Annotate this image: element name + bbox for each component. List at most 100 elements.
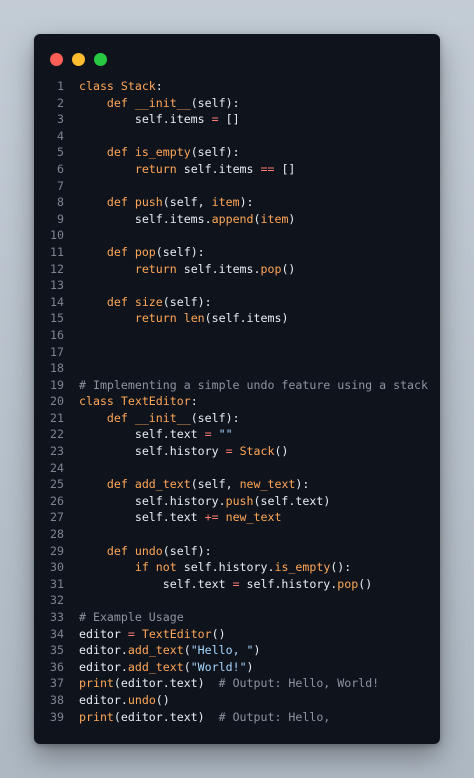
code-token: ): [288, 211, 296, 226]
code-line: 18: [34, 360, 440, 377]
line-code: editor = TextEditor(): [79, 626, 226, 643]
code-token: def: [106, 543, 135, 558]
code-line: 38 editor.undo(): [34, 692, 440, 709]
code-token: (): [211, 626, 226, 641]
code-token: TextEditor: [141, 626, 212, 641]
code-token: undo: [134, 543, 163, 558]
minimize-window-button[interactable]: [72, 53, 85, 66]
code-token: "World!": [190, 659, 247, 674]
code-token: def: [106, 477, 135, 492]
code-line: 30 if not self.history.is_empty():: [34, 559, 440, 576]
code-token: # Implementing a simple undo feature usi…: [79, 377, 429, 392]
line-number: 32: [50, 593, 64, 608]
line-code: def undo(self):: [79, 543, 212, 560]
code-token: (self.items): [204, 311, 289, 326]
code-token: (self):: [162, 294, 212, 309]
code-token: (self.text): [253, 493, 331, 508]
code-token: append: [211, 211, 254, 226]
code-line: 7: [34, 178, 440, 195]
code-token: (): [281, 261, 296, 276]
line-code: self.history.push(self.text): [79, 493, 330, 510]
code-token: class: [79, 394, 121, 409]
code-token: new_text: [225, 510, 282, 525]
code-token: ():: [330, 560, 352, 575]
code-token: pop: [260, 261, 282, 276]
code-token: push: [225, 493, 254, 508]
code-line: 2 def __init__(self):: [34, 95, 440, 112]
code-token: =: [204, 427, 212, 442]
line-number: 24: [50, 460, 64, 475]
close-window-button[interactable]: [50, 53, 63, 66]
code-token: print: [79, 676, 114, 691]
code-token: add_text: [127, 659, 184, 674]
line-code: def __init__(self):: [79, 410, 240, 427]
code-token: (editor.text): [113, 676, 219, 691]
line-code: def pop(self):: [79, 244, 205, 261]
code-line: 21 def __init__(self):: [34, 410, 440, 427]
code-line: 17: [34, 344, 440, 361]
code-token: ==: [260, 161, 275, 176]
line-number: 6: [57, 161, 64, 176]
code-token: (self):: [190, 410, 240, 425]
code-line: 14 def size(self):: [34, 294, 440, 311]
code-token: TextEditor: [120, 394, 191, 409]
code-line: 15 return len(self.items): [34, 310, 440, 327]
line-code: self.text += new_text: [79, 509, 282, 526]
code-token: []: [218, 112, 240, 127]
code-token: ): [253, 643, 261, 658]
code-token: is_empty: [134, 145, 191, 160]
code-token: self.items.: [176, 261, 261, 276]
code-token: Stack: [239, 444, 275, 459]
code-token: editor.: [79, 643, 128, 658]
code-editor[interactable]: 1 class Stack: 2 def __init__(self): 3 self…: [34, 78, 440, 725]
line-number: 34: [50, 626, 64, 641]
code-line: 1 class Stack:: [34, 78, 440, 95]
line-number: 38: [50, 692, 64, 707]
maximize-window-button[interactable]: [94, 53, 107, 66]
line-number: 36: [50, 659, 64, 674]
code-token: len: [183, 311, 205, 326]
code-token: editor.: [79, 692, 128, 707]
line-code: class Stack:: [79, 78, 163, 95]
line-number: 26: [50, 493, 64, 508]
line-number: 1: [57, 79, 64, 93]
line-number: 4: [57, 128, 64, 143]
line-number: 13: [50, 278, 64, 293]
code-token: # Example Usage: [79, 610, 184, 624]
code-token: (self):: [162, 543, 212, 558]
line-code: class TextEditor:: [79, 393, 198, 410]
window-titlebar: [34, 34, 440, 80]
code-token: Stack: [120, 79, 156, 93]
code-token: def: [106, 95, 135, 110]
code-token: add_text: [134, 477, 191, 492]
line-number: 9: [57, 211, 64, 226]
code-token: "Hello, ": [190, 643, 254, 658]
code-token: =: [211, 112, 219, 127]
code-token: (): [155, 692, 170, 707]
code-token: def: [106, 195, 135, 210]
code-line: 23 self.history = Stack(): [34, 443, 440, 460]
code-token: (): [358, 576, 373, 591]
line-code: editor.add_text("Hello, "): [79, 642, 261, 659]
line-code: def push(self, item):: [79, 194, 254, 211]
code-token: (self,: [162, 195, 212, 210]
code-line: 28: [34, 526, 440, 543]
line-code: def add_text(self, new_text):: [79, 476, 309, 493]
code-token: pop: [337, 576, 359, 591]
code-token: item: [211, 195, 240, 210]
code-token: :: [190, 394, 198, 409]
code-line: 6 return self.items == []: [34, 161, 440, 178]
line-number: 19: [50, 377, 64, 392]
line-number: 10: [50, 228, 64, 243]
code-token: (: [183, 643, 191, 658]
line-code: # Implementing a simple undo feature usi…: [79, 377, 428, 394]
code-token: # Output: Hello,: [218, 709, 331, 724]
line-number: 5: [57, 145, 64, 160]
